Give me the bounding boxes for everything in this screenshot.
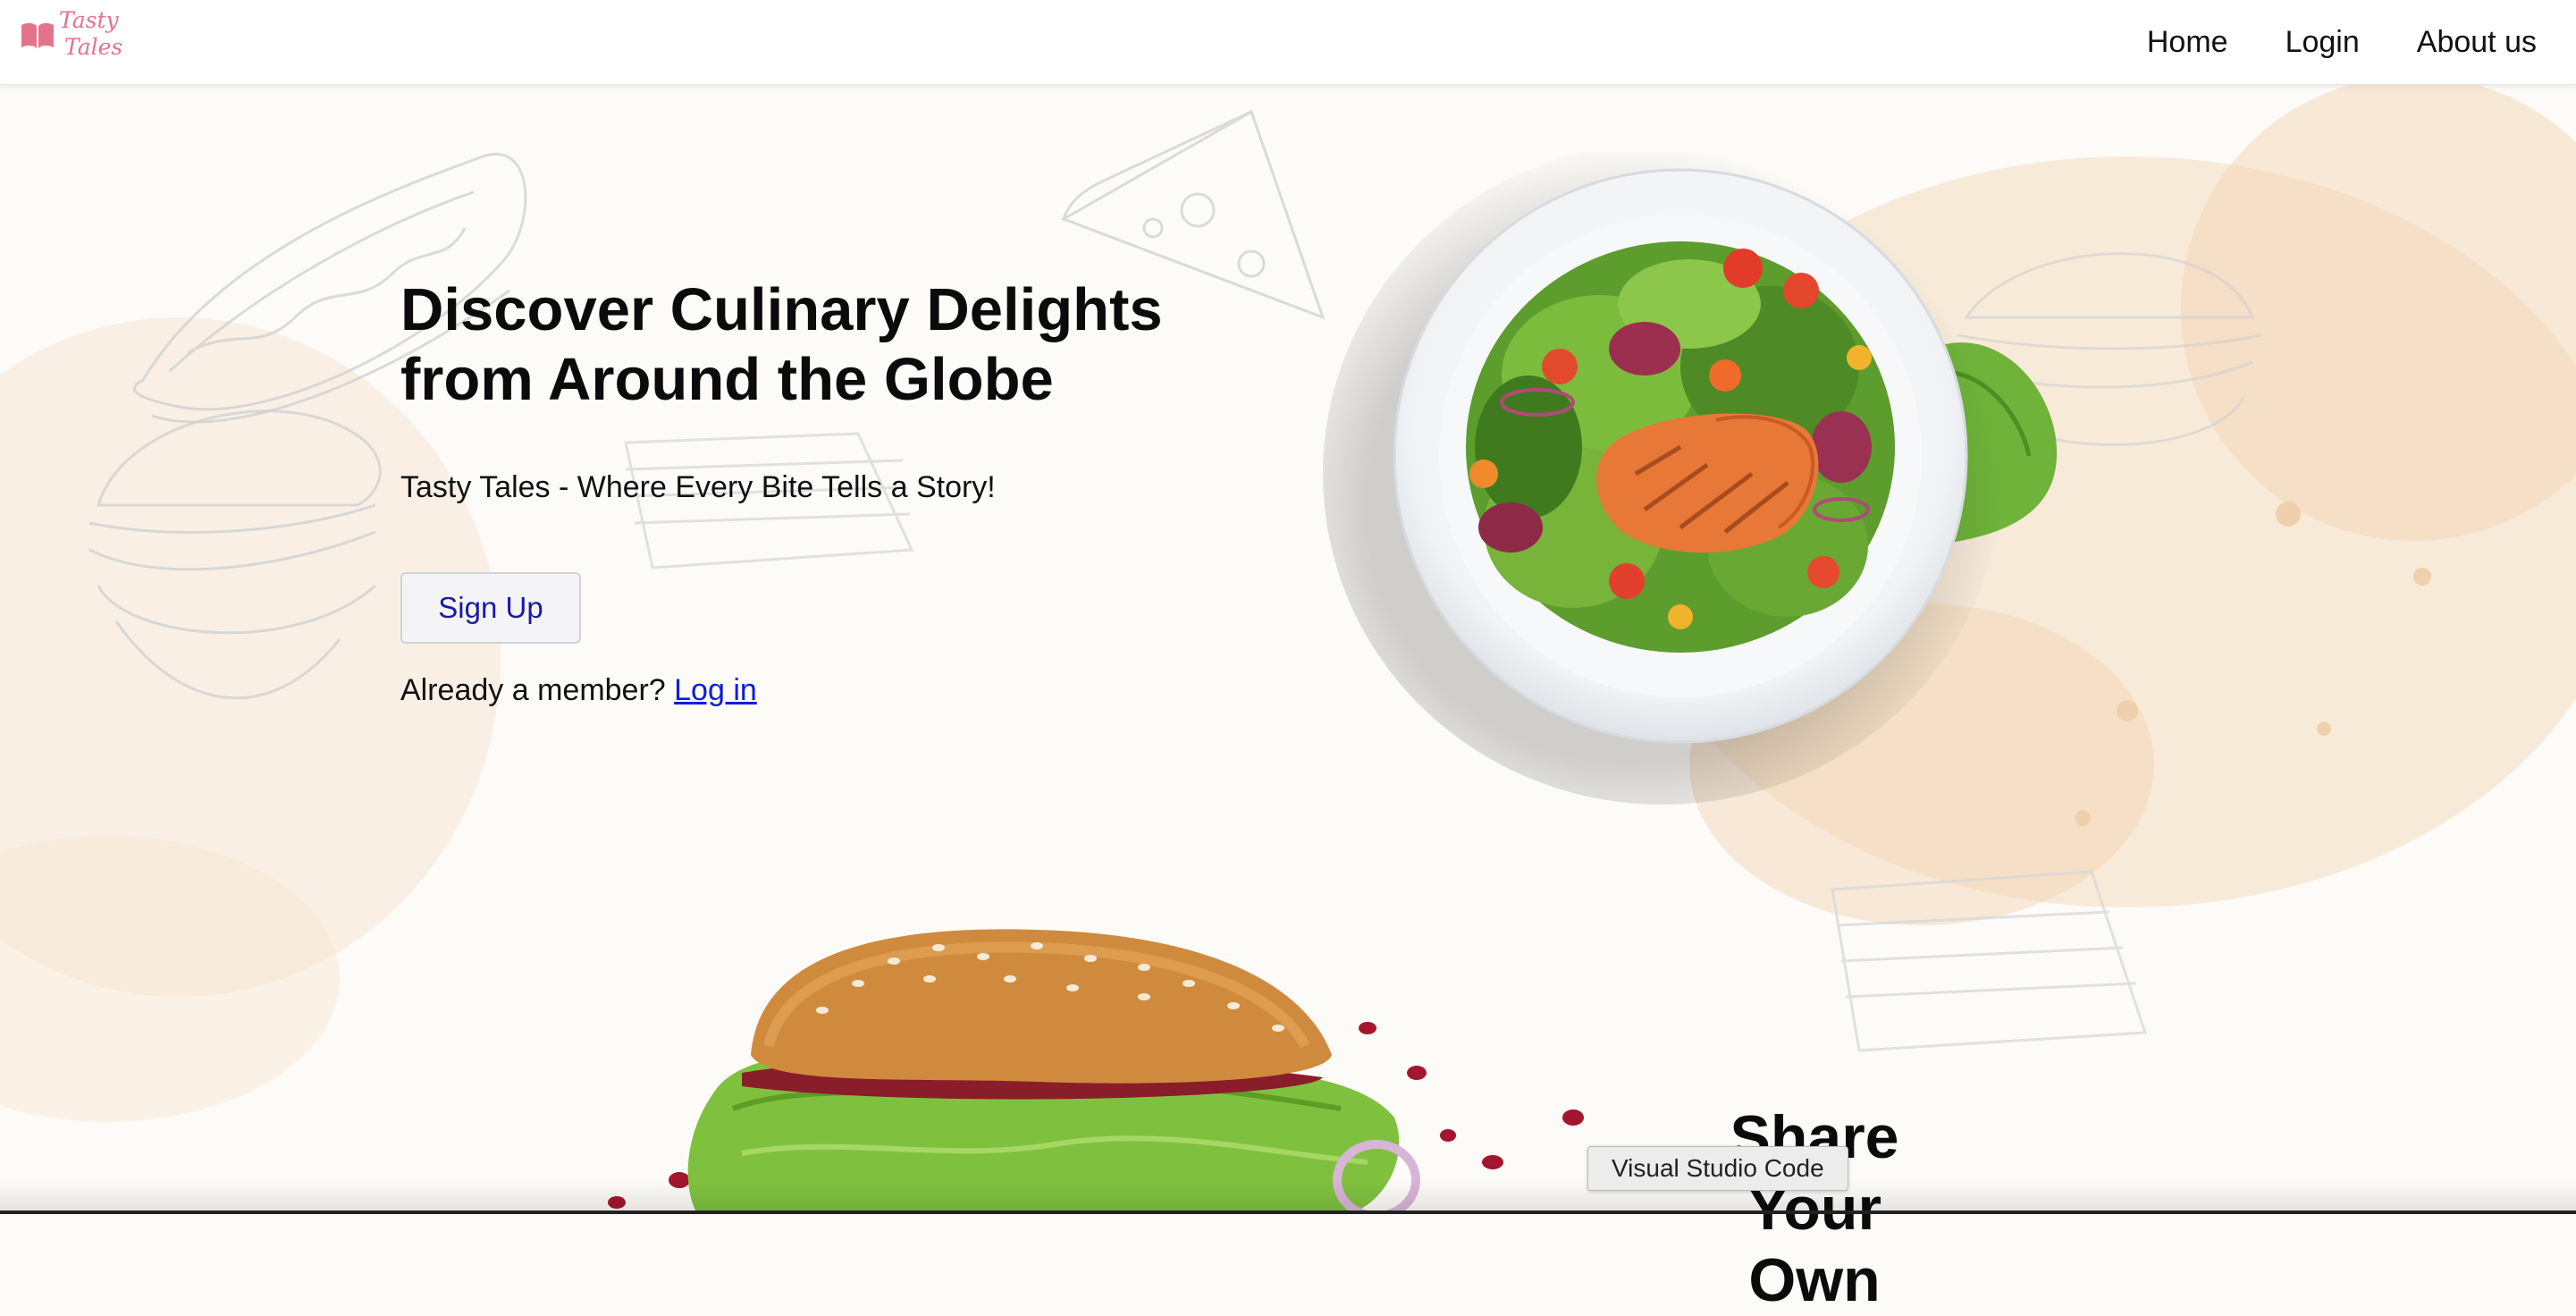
hero-tagline: Tasty Tales - Where Every Bite Tells a S… <box>400 470 996 504</box>
nav-home-link[interactable]: Home <box>2147 25 2228 60</box>
logo-line-1: Tasty <box>59 7 119 33</box>
hero-title-line-1: Discover Culinary Delights <box>400 276 1163 343</box>
viewport-bottom-edge <box>0 1211 2576 1214</box>
brand-logo[interactable]: Tasty Tales <box>20 7 127 70</box>
nav-links: Home Login About us <box>2147 0 2576 84</box>
hero-title-line-2: from Around the Globe <box>400 346 1054 413</box>
app-tooltip: Visual Studio Code <box>1587 1146 1848 1191</box>
sign-up-button[interactable]: Sign Up <box>400 572 581 644</box>
logo-line-2: Tales <box>64 34 123 60</box>
salmon-salad-plate-image <box>1323 152 2058 805</box>
nav-about-link[interactable]: About us <box>2417 25 2537 60</box>
member-text: Already a member? <box>400 673 666 707</box>
logo-wordmark: Tasty Tales <box>59 7 130 61</box>
top-navbar: Tasty Tales Home Login About us <box>0 0 2576 85</box>
viewport-bottom-shadow <box>0 1180 2576 1214</box>
log-in-link[interactable]: Log in <box>674 673 757 707</box>
open-book-icon <box>21 22 54 48</box>
hero-title: Discover Culinary Delights from Around t… <box>400 275 1205 415</box>
burger-image <box>608 929 1584 1214</box>
member-login-prompt: Already a member? Log in <box>400 673 757 708</box>
nav-login-link[interactable]: Login <box>2286 25 2360 60</box>
